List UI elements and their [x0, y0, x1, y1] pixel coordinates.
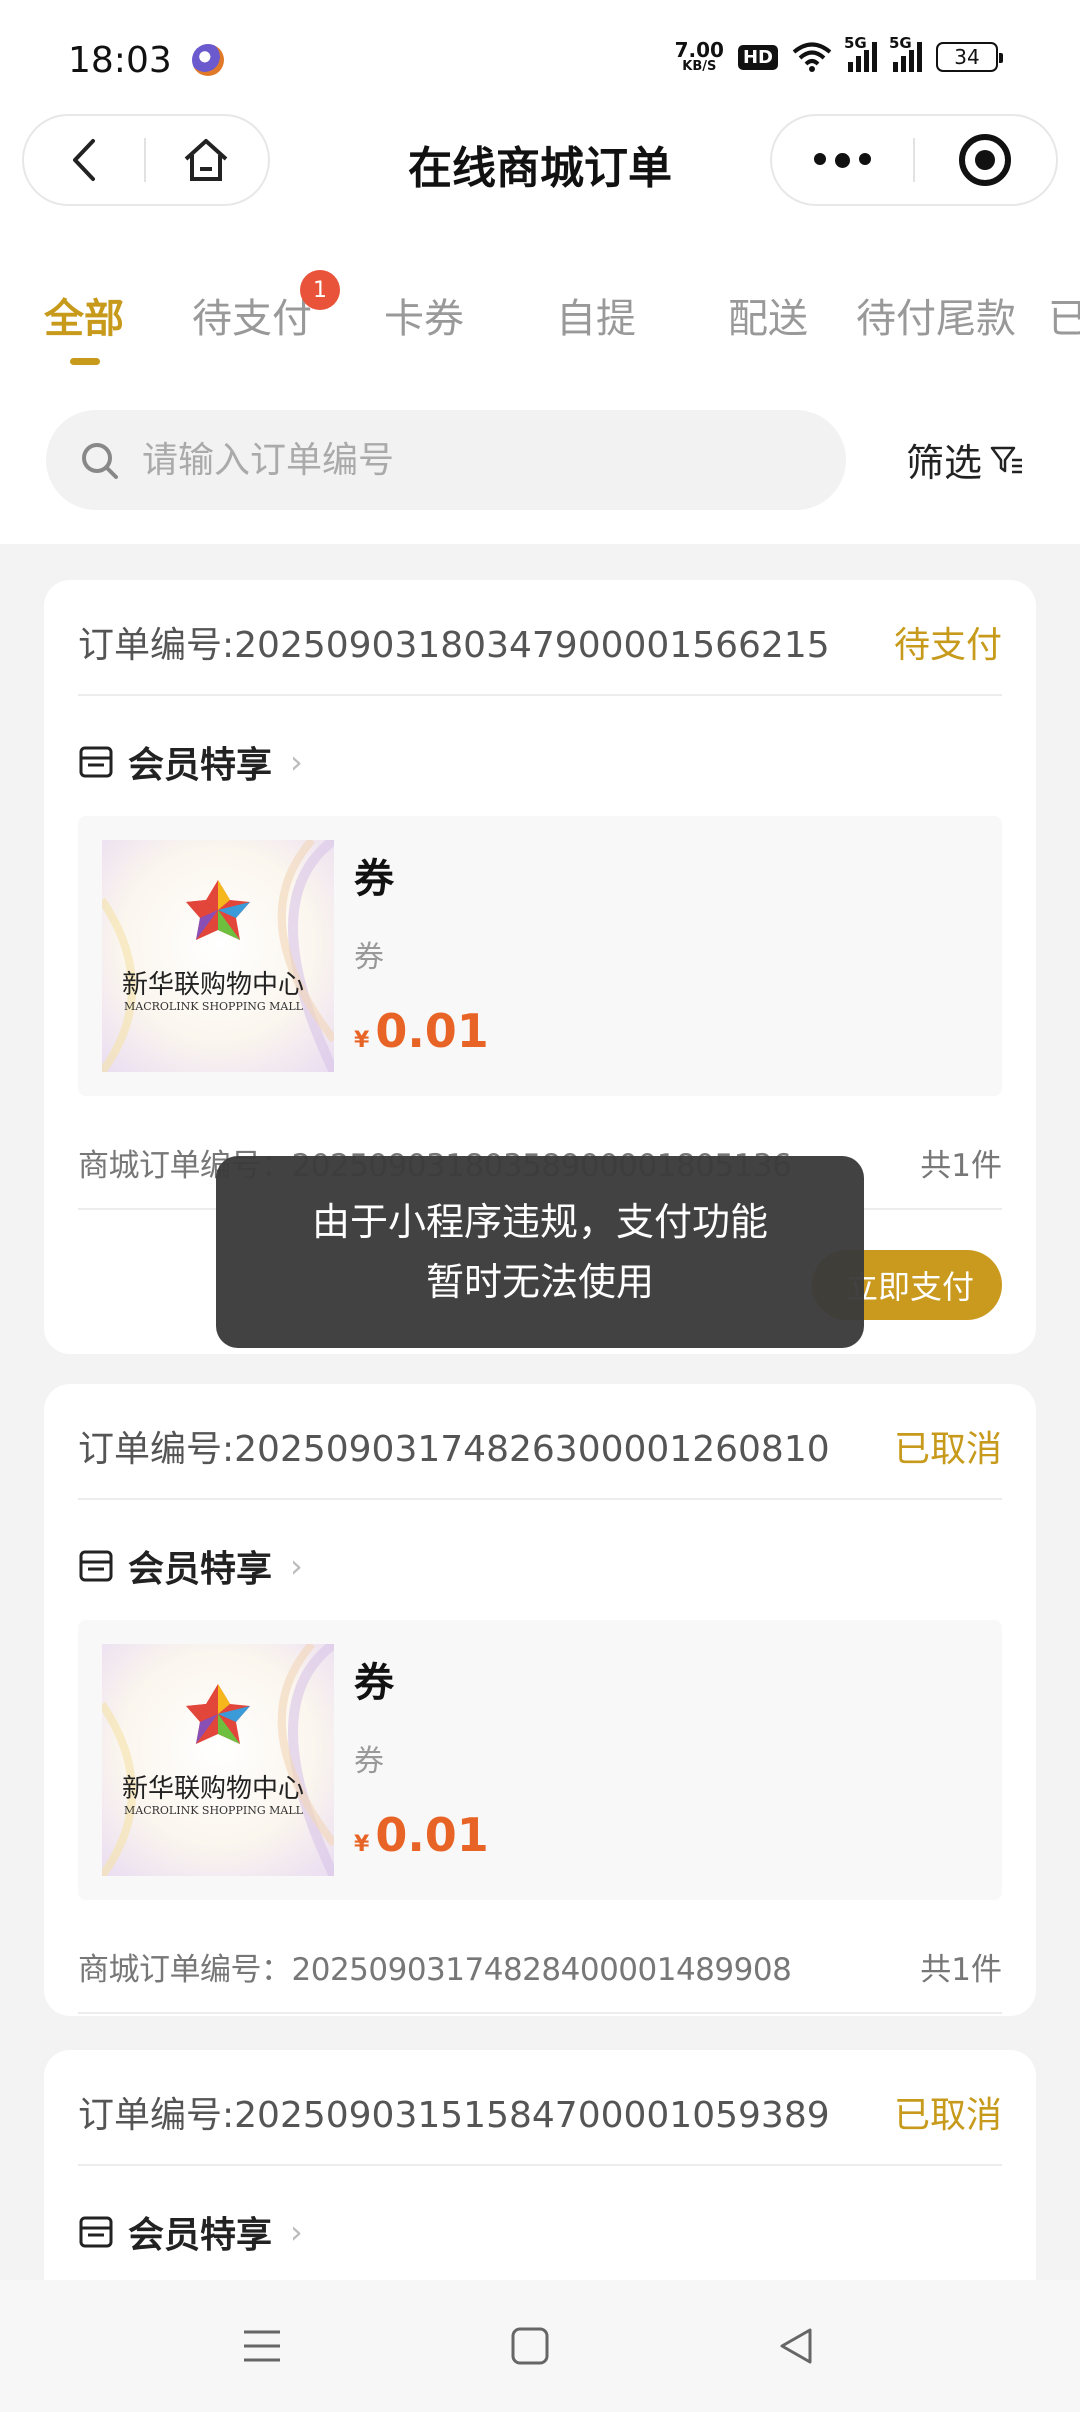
order-header: 订单编号:2025090315158470000105938​9 已取消 — [78, 2050, 1002, 2166]
filter-icon — [990, 446, 1023, 473]
order-tabs: 全部 待支付 1 卡券 自提 配送 待付尾款 已 — [0, 270, 1080, 370]
toast-line-2: 暂时无法使用 — [425, 1260, 654, 1304]
system-navigation-bar — [0, 2280, 1080, 2412]
tab-all[interactable]: 全部 — [44, 286, 124, 344]
mall-order-value: 2025090317482840000148990​8 — [291, 1952, 792, 1988]
filter-button[interactable]: 筛选 — [906, 432, 1024, 487]
order-status: 待支付 — [893, 625, 1002, 666]
network-speed-value: 7.00 — [674, 38, 724, 62]
target-close-icon — [959, 134, 1012, 186]
product-item[interactable]: 新华联购物中心 MACROLINK SHOPPING MALL 券 券 ¥ 0.… — [78, 1620, 1002, 1900]
home-system-button[interactable] — [504, 2320, 556, 2372]
mall-order-label: 商城订单编号： — [78, 1952, 292, 1988]
price-value: 0.01 — [375, 1808, 489, 1862]
thumb-brand-en: MACROLINK SHOPPING MALL — [124, 1804, 303, 1817]
item-count: 共1件 — [920, 1148, 1002, 1184]
store-icon — [79, 2216, 113, 2248]
thumb-brand-en: MACROLINK SHOPPING MALL — [124, 1000, 303, 1013]
search-box — [46, 410, 846, 510]
signal-5g-icon: 5G — [889, 34, 922, 72]
active-tab-indicator — [70, 358, 100, 365]
shop-name: 会员特享 — [128, 2215, 273, 2256]
store-icon — [79, 746, 113, 778]
status-indicators: 7.00 KB/S HD 5G 5G 34 — [675, 34, 1003, 74]
search-input[interactable] — [142, 432, 822, 488]
filter-label: 筛选 — [906, 441, 983, 485]
product-spec: 券 — [354, 1744, 384, 1779]
back-system-button[interactable] — [770, 2320, 822, 2372]
product-thumbnail: 新华联购物中心 MACROLINK SHOPPING MALL — [102, 840, 334, 1072]
chevron-right-icon: › — [290, 2213, 303, 2251]
network-speed: 7.00 KB/S — [675, 40, 724, 74]
navigation-bar: 在线商城订单 — [0, 110, 1080, 210]
store-icon — [79, 1550, 113, 1582]
network-speed-unit: KB/S — [682, 59, 717, 74]
tab-overflow[interactable]: 已 — [1048, 286, 1080, 344]
product-price: ¥ 0.01 — [354, 1004, 489, 1058]
order-card[interactable]: 订单编号:2025090315158470000105938​9 已取消 会员特… — [44, 2050, 1036, 2280]
app-notification-icon — [192, 44, 224, 76]
chevron-right-icon: › — [290, 743, 303, 781]
order-header: 订单编号:2025090317482630000126081​0 已取消 — [78, 1384, 1002, 1500]
shop-link[interactable]: 会员特享 › — [78, 2206, 303, 2258]
product-item[interactable]: 新华联购物中心 MACROLINK SHOPPING MALL 券 券 ¥ 0.… — [78, 816, 1002, 1096]
order-header: 订单编号:2025090318034790000156621​5 待支付 — [78, 580, 1002, 696]
product-name: 券 — [354, 856, 394, 902]
search-icon — [82, 443, 118, 479]
item-count: 共1件 — [920, 1952, 1002, 1988]
tab-pending-payment[interactable]: 待支付 — [192, 286, 312, 344]
shop-link[interactable]: 会员特享 › — [78, 1540, 303, 1592]
toast-line-1: 由于小程序违规，支付功能 — [311, 1200, 768, 1244]
currency-symbol: ¥ — [354, 1832, 370, 1857]
wifi-icon — [792, 42, 832, 72]
triangle-back-icon — [780, 2328, 812, 2364]
hd-icon: HD — [737, 44, 778, 70]
status-bar: 18:03 7.00 KB/S HD 5G 5G 34 — [0, 0, 1080, 110]
more-dots-icon — [814, 152, 871, 168]
shop-name: 会员特享 — [128, 745, 273, 786]
nav-capsule-right — [770, 114, 1058, 206]
battery-icon: 34 — [936, 42, 1003, 72]
mall-order-row: 商城订单编号：2025090317482840000148990​8 共1件 — [78, 1944, 1002, 2014]
recent-apps-button[interactable] — [236, 2320, 288, 2372]
more-button[interactable] — [772, 116, 913, 204]
product-thumbnail: 新华联购物中心 MACROLINK SHOPPING MALL — [102, 1644, 334, 1876]
order-number: 订单编号:2025090318034790000156621​5 — [78, 625, 830, 666]
thumb-brand-cn: 新华联购物中心 — [122, 1774, 305, 1804]
thumb-brand-cn: 新华联购物中心 — [122, 970, 305, 1000]
menu-icon — [244, 2330, 280, 2362]
price-value: 0.01 — [375, 1004, 489, 1058]
tab-coupons[interactable]: 卡券 — [384, 286, 464, 344]
mall-order-number: 商城订单编号：2025090317482840000148990​8 — [78, 1944, 792, 1989]
tab-delivery[interactable]: 配送 — [728, 286, 808, 344]
product-spec: 券 — [354, 940, 384, 975]
order-number: 订单编号:2025090315158470000105938​9 — [78, 2095, 830, 2136]
tab-balance-due[interactable]: 待付尾款 — [856, 286, 1016, 344]
product-name: 券 — [354, 1660, 394, 1706]
macrolink-logo-image — [102, 1644, 334, 1876]
shop-name: 会员特享 — [128, 1549, 273, 1590]
status-time: 18:03 — [68, 40, 172, 81]
order-status: 已取消 — [893, 2095, 1002, 2136]
signal-5g-icon: 5G — [844, 34, 877, 72]
order-card[interactable]: 订单编号:2025090317482630000126081​0 已取消 会员特… — [44, 1384, 1036, 2016]
tab-pickup[interactable]: 自提 — [556, 286, 636, 344]
toast-message: 由于小程序违规，支付功能 暂时无法使用 — [216, 1156, 864, 1348]
square-icon — [511, 2327, 549, 2365]
close-miniprogram-button[interactable] — [915, 116, 1056, 204]
order-number: 订单编号:2025090317482630000126081​0 — [78, 1429, 830, 1470]
tab-badge: 1 — [300, 270, 340, 310]
chevron-right-icon: › — [290, 1547, 303, 1585]
order-list: 订单编号:2025090318034790000156621​5 待支付 会员特… — [0, 544, 1080, 2280]
product-price: ¥ 0.01 — [354, 1808, 489, 1862]
currency-symbol: ¥ — [354, 1028, 370, 1053]
shop-link[interactable]: 会员特享 › — [78, 736, 303, 788]
order-status: 已取消 — [893, 1429, 1002, 1470]
macrolink-logo-image — [102, 840, 334, 1072]
